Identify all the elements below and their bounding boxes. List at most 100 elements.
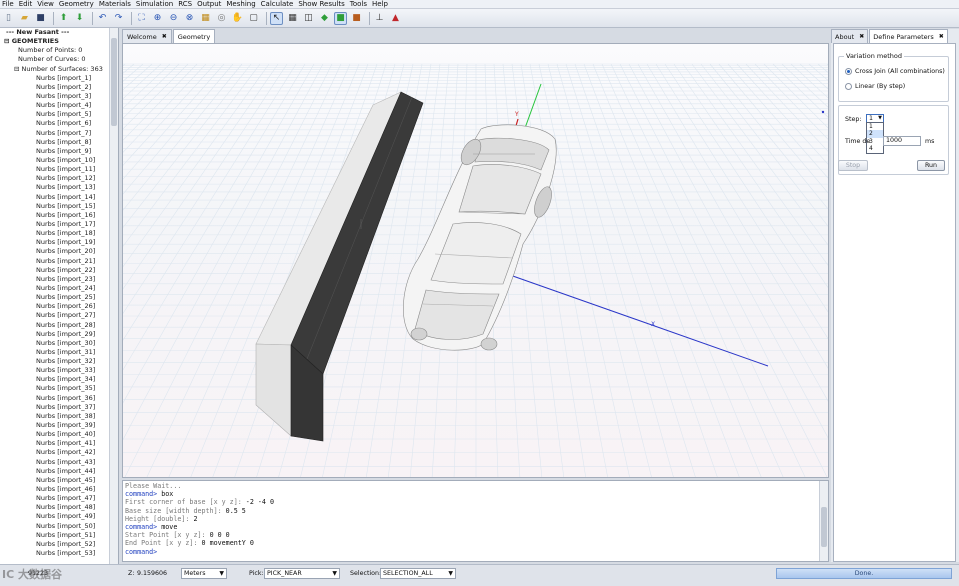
tree-item-nurbs[interactable]: Nurbs [import_49]	[0, 512, 118, 521]
menu-file[interactable]: File	[0, 0, 17, 9]
menu-show-results[interactable]: Show Results	[296, 0, 347, 9]
tree-item-nurbs[interactable]: Nurbs [import_8]	[0, 138, 118, 147]
import-icon[interactable]: ⬆	[57, 12, 70, 25]
tree-item-nurbs[interactable]: Nurbs [import_10]	[0, 156, 118, 165]
stop-button[interactable]: Stop	[838, 160, 868, 171]
save-icon[interactable]: ■	[34, 12, 47, 25]
menu-output[interactable]: Output	[195, 0, 224, 9]
tree-item-nurbs[interactable]: Nurbs [import_33]	[0, 366, 118, 375]
tree-geometries[interactable]: ⊟ GEOMETRIES	[0, 37, 118, 46]
tree-item-nurbs[interactable]: Nurbs [import_5]	[0, 110, 118, 119]
tree-item-nurbs[interactable]: Nurbs [import_24]	[0, 284, 118, 293]
tree-item-nurbs[interactable]: Nurbs [import_37]	[0, 403, 118, 412]
menu-view[interactable]: View	[35, 0, 57, 9]
tree-scrollbar[interactable]	[109, 28, 118, 564]
step-option[interactable]: 4	[867, 145, 883, 152]
run-button[interactable]: Run	[917, 160, 945, 171]
open-icon[interactable]: ▰	[18, 12, 31, 25]
tree-item-nurbs[interactable]: Nurbs [import_31]	[0, 348, 118, 357]
tree-item-nurbs[interactable]: Nurbs [import_17]	[0, 220, 118, 229]
undo-icon[interactable]: ↶	[96, 12, 109, 25]
tree-item-nurbs[interactable]: Nurbs [import_39]	[0, 421, 118, 430]
tree-root[interactable]: --- New Fasant ---	[0, 28, 118, 37]
tree-item-nurbs[interactable]: Nurbs [import_50]	[0, 522, 118, 531]
tree-points[interactable]: Number of Points: 0	[0, 46, 118, 55]
redo-icon[interactable]: ↷	[112, 12, 125, 25]
tree-item-nurbs[interactable]: Nurbs [import_6]	[0, 119, 118, 128]
grid-icon[interactable]: ▦	[286, 12, 299, 25]
menu-calculate[interactable]: Calculate	[259, 0, 297, 9]
cross-join-radio[interactable]: Cross Join (All combinations)	[845, 68, 945, 75]
tree-item-nurbs[interactable]: Nurbs [import_9]	[0, 147, 118, 156]
tree-item-nurbs[interactable]: Nurbs [import_38]	[0, 412, 118, 421]
console-scrollbar[interactable]	[819, 481, 828, 561]
tree-item-nurbs[interactable]: Nurbs [import_46]	[0, 485, 118, 494]
pointer-icon[interactable]: ↖	[270, 11, 283, 25]
tree-item-nurbs[interactable]: Nurbs [import_22]	[0, 266, 118, 275]
tab-welcome[interactable]: Welcome ✖	[122, 29, 172, 43]
tab-geometry[interactable]: Geometry	[172, 29, 216, 43]
tree-item-nurbs[interactable]: Nurbs [import_2]	[0, 83, 118, 92]
menu-materials[interactable]: Materials	[97, 0, 134, 9]
tree-item-nurbs[interactable]: Nurbs [import_16]	[0, 211, 118, 220]
tree-item-nurbs[interactable]: Nurbs [import_26]	[0, 302, 118, 311]
tree-item-nurbs[interactable]: Nurbs [import_18]	[0, 229, 118, 238]
tree-item-nurbs[interactable]: Nurbs [import_29]	[0, 330, 118, 339]
menu-tools[interactable]: Tools	[348, 0, 370, 9]
tree-item-nurbs[interactable]: Nurbs [import_30]	[0, 339, 118, 348]
step-option[interactable]: 2	[867, 130, 883, 138]
tree-item-nurbs[interactable]: Nurbs [import_15]	[0, 202, 118, 211]
tree-item-nurbs[interactable]: Nurbs [import_41]	[0, 439, 118, 448]
tree-item-nurbs[interactable]: Nurbs [import_20]	[0, 247, 118, 256]
tree-item-nurbs[interactable]: Nurbs [import_13]	[0, 183, 118, 192]
tree-surfaces[interactable]: ⊟ Number of Surfaces: 363	[0, 65, 118, 74]
tree-item-nurbs[interactable]: Nurbs [import_52]	[0, 540, 118, 549]
tree-item-nurbs[interactable]: Nurbs [import_36]	[0, 394, 118, 403]
close-icon[interactable]: ✖	[859, 30, 864, 44]
tree-item-nurbs[interactable]: Nurbs [import_25]	[0, 293, 118, 302]
tree-item-nurbs[interactable]: Nurbs [import_45]	[0, 476, 118, 485]
time-input[interactable]: 1000	[883, 136, 921, 146]
render-icon[interactable]: ■	[350, 12, 363, 25]
selection-select[interactable]: SELECTION_ALL ▼	[380, 568, 456, 579]
tree-item-nurbs[interactable]: Nurbs [import_12]	[0, 174, 118, 183]
axis-icon[interactable]: ⊥	[373, 12, 386, 25]
units-select[interactable]: Meters ▼	[181, 568, 227, 579]
box-view-icon[interactable]: ◫	[302, 12, 315, 25]
tree-item-nurbs[interactable]: Nurbs [import_19]	[0, 238, 118, 247]
tree-item-nurbs[interactable]: Nurbs [import_14]	[0, 193, 118, 202]
menu-meshing[interactable]: Meshing	[224, 0, 258, 9]
menu-rcs[interactable]: RCS	[176, 0, 195, 9]
tree-curves[interactable]: Number of Curves: 0	[0, 55, 118, 64]
export-icon[interactable]: ⬇	[73, 12, 86, 25]
tree-item-nurbs[interactable]: Nurbs [import_4]	[0, 101, 118, 110]
tree-item-nurbs[interactable]: Nurbs [import_51]	[0, 531, 118, 540]
tree-item-nurbs[interactable]: Nurbs [import_44]	[0, 467, 118, 476]
console-input-line[interactable]: command>	[125, 548, 826, 556]
zoom-in-icon[interactable]: ⊕	[151, 12, 164, 25]
tree-item-nurbs[interactable]: Nurbs [import_35]	[0, 384, 118, 393]
tab-define-parameters[interactable]: Define Parameters ✖	[869, 29, 948, 43]
tree-item-nurbs[interactable]: Nurbs [import_28]	[0, 321, 118, 330]
rotate-icon[interactable]: ◎	[215, 12, 228, 25]
tree-item-nurbs[interactable]: Nurbs [import_48]	[0, 503, 118, 512]
tree-item-nurbs[interactable]: Nurbs [import_47]	[0, 494, 118, 503]
shaded-icon[interactable]: ■	[334, 11, 347, 25]
tree-item-nurbs[interactable]: Nurbs [import_42]	[0, 448, 118, 457]
wireframe-icon[interactable]: ◆	[318, 12, 331, 25]
pan-icon[interactable]: ✋	[231, 12, 244, 25]
tree-item-nurbs[interactable]: Nurbs [import_53]	[0, 549, 118, 558]
zoom-out-icon[interactable]: ⊖	[167, 12, 180, 25]
menu-edit[interactable]: Edit	[17, 0, 36, 9]
step-option[interactable]: 1	[867, 123, 883, 130]
tree-item-nurbs[interactable]: Nurbs [import_11]	[0, 165, 118, 174]
zoom-window-icon[interactable]: ⊗	[183, 12, 196, 25]
menu-simulation[interactable]: Simulation	[134, 0, 176, 9]
pick-select[interactable]: PICK_NEAR ▼	[264, 568, 340, 579]
tree-item-nurbs[interactable]: Nurbs [import_27]	[0, 311, 118, 320]
tree-item-nurbs[interactable]: Nurbs [import_32]	[0, 357, 118, 366]
tree-item-nurbs[interactable]: Nurbs [import_1]	[0, 74, 118, 83]
tree-item-nurbs[interactable]: Nurbs [import_3]	[0, 92, 118, 101]
tree-item-nurbs[interactable]: Nurbs [import_40]	[0, 430, 118, 439]
tree-item-nurbs[interactable]: Nurbs [import_23]	[0, 275, 118, 284]
